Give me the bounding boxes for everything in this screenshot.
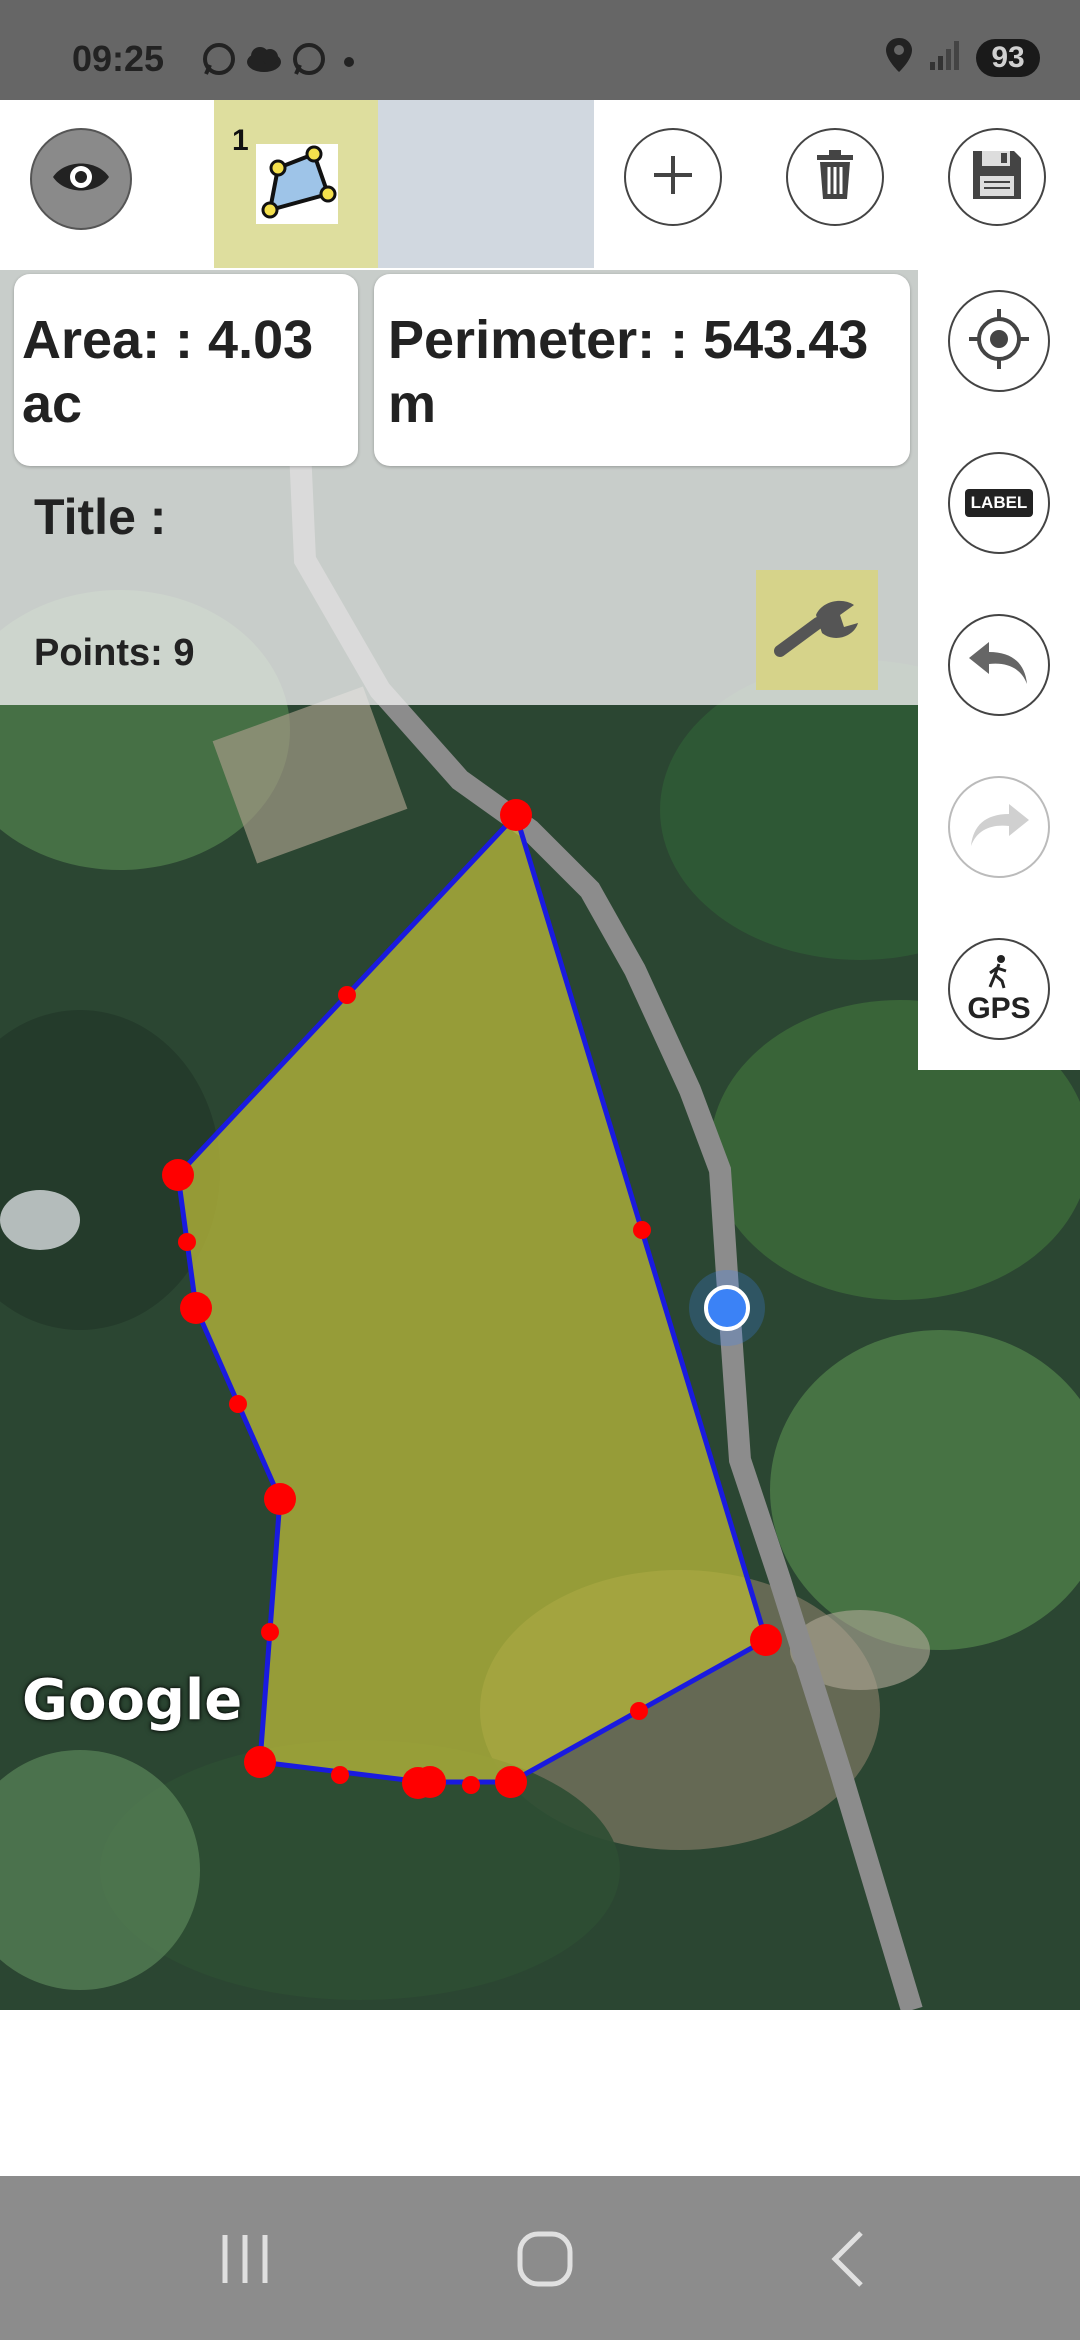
points-count: Points: 9 bbox=[34, 632, 195, 674]
perimeter-value: Perimeter: : 543.43 m bbox=[388, 310, 869, 434]
bottom-blank-area bbox=[0, 2010, 1080, 2176]
whatsapp-icon bbox=[200, 40, 238, 83]
home-icon bbox=[515, 2229, 575, 2294]
eye-icon bbox=[51, 157, 111, 202]
undo-button[interactable] bbox=[948, 614, 1050, 716]
map-view[interactable]: Area: : 4.03 ac Perimeter: : 543.43 m Ti… bbox=[0, 270, 1080, 2010]
recent-apps-button[interactable] bbox=[210, 2226, 280, 2296]
top-toolbar: 1 bbox=[0, 100, 1080, 270]
status-right-icons: 93 bbox=[884, 36, 1040, 79]
recent-apps-icon bbox=[215, 2229, 275, 2294]
polygon-vertex[interactable] bbox=[500, 799, 532, 831]
redo-icon bbox=[967, 800, 1031, 855]
label-icon: LABEL bbox=[964, 489, 1034, 517]
polygon-midpoint[interactable] bbox=[338, 986, 356, 1004]
locate-button[interactable] bbox=[948, 290, 1050, 392]
status-time: 09:25 bbox=[72, 38, 165, 79]
polygon-vertex[interactable] bbox=[264, 1483, 296, 1515]
area-value: Area: : 4.03 ac bbox=[22, 310, 314, 434]
signal-icon bbox=[928, 38, 962, 77]
polygon-midpoint[interactable] bbox=[229, 1395, 247, 1413]
gps-button-text: GPS bbox=[967, 991, 1031, 1025]
title-label[interactable]: Title : bbox=[34, 488, 166, 546]
system-navigation-bar bbox=[0, 2176, 1080, 2340]
notification-icons bbox=[200, 40, 364, 83]
trash-icon bbox=[813, 149, 857, 206]
back-icon bbox=[821, 2229, 881, 2294]
back-button[interactable] bbox=[816, 2226, 886, 2296]
settings-button[interactable] bbox=[756, 570, 878, 690]
polygon-vertex[interactable] bbox=[180, 1292, 212, 1324]
crosshair-icon bbox=[967, 307, 1031, 376]
wrench-icon bbox=[772, 593, 862, 668]
polygon-shape-icon bbox=[256, 144, 338, 224]
walking-person-icon bbox=[984, 954, 1014, 994]
polygon-midpoint[interactable] bbox=[630, 1702, 648, 1720]
label-button[interactable]: LABEL bbox=[948, 452, 1050, 554]
polygon-midpoint[interactable] bbox=[178, 1233, 196, 1251]
polygon-midpoint[interactable] bbox=[462, 1776, 480, 1794]
cloud-icon bbox=[244, 40, 284, 83]
undo-icon bbox=[967, 638, 1031, 693]
polygon-midpoint[interactable] bbox=[261, 1623, 279, 1641]
polygon-vertex[interactable] bbox=[244, 1746, 276, 1778]
shape-tab-empty[interactable] bbox=[378, 100, 594, 268]
floppy-disk-icon bbox=[970, 148, 1024, 207]
dot-icon bbox=[334, 40, 364, 83]
polygon-vertex[interactable] bbox=[750, 1624, 782, 1656]
home-button[interactable] bbox=[510, 2226, 580, 2296]
status-bar: 09:25 93 bbox=[0, 0, 1080, 100]
shape-tab-number: 1 bbox=[232, 124, 249, 157]
battery-indicator: 93 bbox=[976, 38, 1040, 77]
map-tools-rail: LABEL GPS bbox=[918, 270, 1080, 1070]
location-icon bbox=[884, 36, 914, 79]
shape-info-panel: Area: : 4.03 ac Perimeter: : 543.43 m Ti… bbox=[0, 270, 918, 705]
current-location-dot bbox=[704, 1285, 750, 1331]
perimeter-card: Perimeter: : 543.43 m bbox=[374, 274, 910, 466]
add-button[interactable] bbox=[624, 128, 722, 226]
redo-button[interactable] bbox=[948, 776, 1050, 878]
area-card: Area: : 4.03 ac bbox=[14, 274, 358, 466]
gps-walk-button[interactable]: GPS bbox=[948, 938, 1050, 1040]
save-button[interactable] bbox=[948, 128, 1046, 226]
polygon-midpoint[interactable] bbox=[633, 1221, 651, 1239]
plus-icon bbox=[648, 150, 698, 205]
label-button-text: LABEL bbox=[970, 493, 1028, 512]
shape-tab-1[interactable]: 1 bbox=[214, 100, 378, 268]
polygon-vertex[interactable] bbox=[414, 1766, 446, 1798]
google-attribution: Google bbox=[22, 1668, 243, 1733]
polygon-midpoint[interactable] bbox=[331, 1766, 349, 1784]
polygon-vertex[interactable] bbox=[162, 1159, 194, 1191]
delete-button[interactable] bbox=[786, 128, 884, 226]
visibility-button[interactable] bbox=[30, 128, 132, 230]
polygon-vertex[interactable] bbox=[495, 1766, 527, 1798]
whatsapp-icon bbox=[290, 40, 328, 83]
